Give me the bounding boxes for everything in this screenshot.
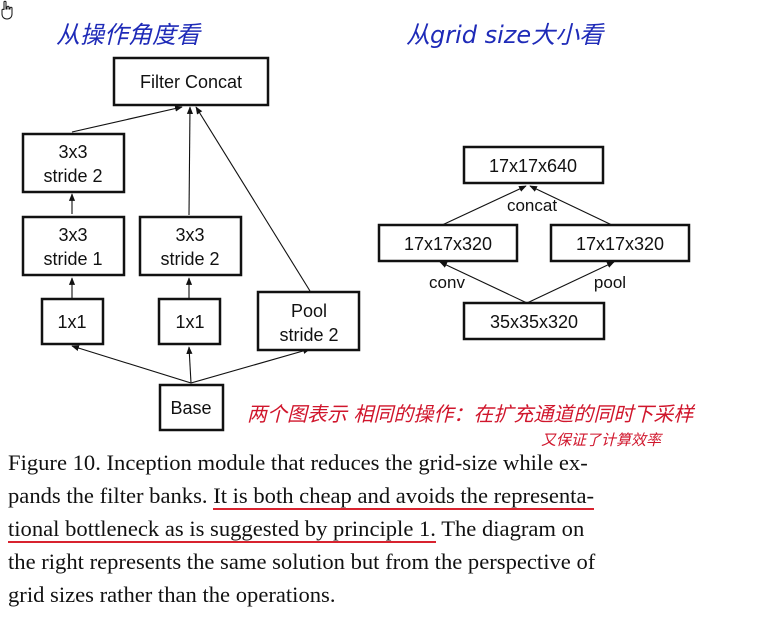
node-1x1-mid: 1x1 xyxy=(157,297,222,346)
svg-text:1x1: 1x1 xyxy=(57,312,86,332)
svg-text:3x3: 3x3 xyxy=(58,142,87,162)
edge-base-to-pool xyxy=(190,347,311,384)
caption-underlined-phrase-1: It is both cheap and avoids the represen… xyxy=(213,483,595,510)
figure-caption: Figure 10. Inception module that reduces… xyxy=(8,446,770,611)
conv-label: conv xyxy=(429,273,465,292)
svg-text:17x17x320: 17x17x320 xyxy=(576,234,664,254)
concat-label: concat xyxy=(507,196,557,215)
node-3x3-stride2-mid: 3x3 stride 2 xyxy=(138,215,243,277)
svg-text:3x3: 3x3 xyxy=(58,225,87,245)
handwritten-note-line1: 两个图表示 相同的操作：在扩充通道的同时下采样 xyxy=(247,402,696,426)
edge-base-to-1x1-mid xyxy=(186,346,193,384)
node-base: Base xyxy=(158,383,225,432)
caption-line-5: grid sizes rather than the operations. xyxy=(8,582,336,607)
caption-line-1: Figure 10. Inception module that reduces… xyxy=(8,450,588,475)
svg-text:17x17x320: 17x17x320 xyxy=(404,234,492,254)
svg-text:stride 2: stride 2 xyxy=(160,249,219,269)
caption-line-4: the right represents the same solution b… xyxy=(8,549,596,574)
caption-underlined-phrase-3: suggested by principle 1. xyxy=(210,516,436,543)
pool-label: pool xyxy=(594,273,626,292)
edge-3x3s2mid-to-concat xyxy=(186,106,194,216)
node-pool-stride2: Pool stride 2 xyxy=(256,290,361,352)
svg-text:35x35x320: 35x35x320 xyxy=(490,312,578,332)
node-3x3-stride2-top: 3x3 stride 2 xyxy=(21,132,126,194)
node-1x1-left: 1x1 xyxy=(40,297,105,346)
caption-line-3-text: The diagram on xyxy=(435,516,585,541)
node-filter-concat: Filter Concat xyxy=(112,56,270,107)
caption-line-2: pands the filter banks. It is both cheap… xyxy=(8,479,770,512)
svg-text:Base: Base xyxy=(170,398,211,418)
right-title-annotation: 从grid size大小看 xyxy=(406,21,605,49)
caption-underlined-phrase-2: tional bottleneck as is xyxy=(8,516,211,543)
left-title-annotation: 从操作角度看 xyxy=(56,21,202,49)
node-17x17x640: 17x17x640 xyxy=(462,145,605,185)
edge-3x3s2top-to-concat xyxy=(71,105,183,133)
svg-text:17x17x640: 17x17x640 xyxy=(489,156,577,176)
edge-base-to-1x1-left xyxy=(71,345,192,384)
svg-text:Filter Concat: Filter Concat xyxy=(140,72,242,92)
node-3x3-stride1: 3x3 stride 1 xyxy=(21,215,126,277)
svg-text:stride 2: stride 2 xyxy=(279,325,338,345)
svg-text:stride 2: stride 2 xyxy=(43,166,102,186)
svg-text:Pool: Pool xyxy=(291,301,327,321)
mouse-pointer-icon xyxy=(1,0,13,20)
svg-text:1x1: 1x1 xyxy=(175,312,204,332)
svg-text:3x3: 3x3 xyxy=(175,225,204,245)
node-35x35x320: 35x35x320 xyxy=(462,301,606,341)
svg-text:stride 1: stride 1 xyxy=(43,249,102,269)
node-17x17x320-right: 17x17x320 xyxy=(549,223,691,263)
caption-line-3: tional bottleneck as is suggested by pri… xyxy=(8,512,770,545)
paper-figure-page: 从操作角度看 从grid size大小看 Filter Concat 3x3 s… xyxy=(0,0,778,617)
node-17x17x320-left: 17x17x320 xyxy=(377,223,519,263)
caption-line-2-text: pands the filter banks. xyxy=(8,483,214,508)
